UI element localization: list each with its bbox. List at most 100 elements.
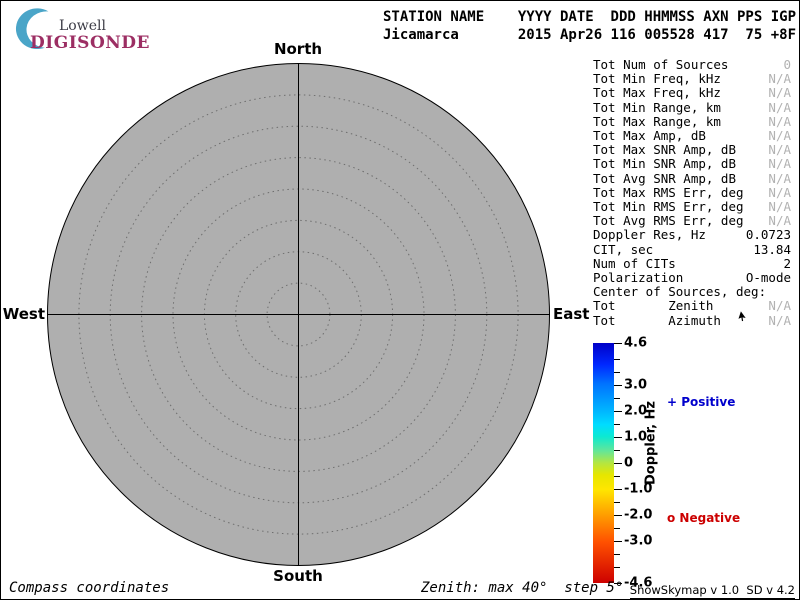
stats-value: 2 — [783, 257, 791, 271]
colorbar-major-tick — [614, 515, 622, 516]
stats-value: N/A — [768, 186, 791, 200]
stats-label: Doppler Res, Hz — [593, 228, 706, 242]
stats-row: Tot Num of Sources 0 — [593, 58, 791, 72]
colorbar-major-tick — [614, 411, 622, 412]
colorbar-tick-label: 4.6 — [624, 336, 647, 351]
positive-doppler-legend: + Positive — [667, 395, 735, 409]
colorbar-minor-tick — [614, 528, 620, 529]
stats-value: N/A — [768, 299, 791, 313]
stats-value: N/A — [768, 157, 791, 171]
stats-row: Tot Max Range, km N/A — [593, 115, 791, 129]
stats-row: Center of Sources, deg: — [593, 285, 791, 299]
stats-label: Tot Num of Sources — [593, 58, 728, 72]
stats-label: Tot Avg RMS Err, deg — [593, 214, 744, 228]
compass-label-east: East — [553, 305, 589, 323]
stats-row: Tot Max SNR Amp, dB N/A — [593, 143, 791, 157]
stats-label: Tot Avg SNR Amp, dB — [593, 172, 736, 186]
stats-label: CIT, sec — [593, 243, 653, 257]
colorbar-major-tick — [614, 385, 622, 386]
stats-value: N/A — [768, 129, 791, 143]
colorbar-major-tick — [614, 437, 622, 438]
negative-doppler-legend: o Negative — [667, 511, 740, 525]
stats-label: Tot Max RMS Err, deg — [593, 186, 744, 200]
stats-value: N/A — [768, 200, 791, 214]
stats-row: Tot Min Range, km N/A — [593, 101, 791, 115]
stats-value: N/A — [768, 72, 791, 86]
stats-value: N/A — [768, 172, 791, 186]
colorbar-major-tick — [614, 343, 622, 344]
stats-label: Tot Azimuth — [593, 314, 721, 328]
stats-row: Tot Avg SNR Amp, dB N/A — [593, 172, 791, 186]
colorbar-minor-tick — [614, 359, 620, 360]
colorbar-tick-label: -3.0 — [624, 534, 652, 549]
stats-row: Tot Min Freq, kHz N/A — [593, 72, 791, 86]
compass-label-south: South — [273, 567, 323, 585]
colorbar-major-tick — [614, 489, 622, 490]
stats-row: Tot Max Amp, dB N/A — [593, 129, 791, 143]
stats-label: Tot Min Range, km — [593, 101, 721, 115]
stats-row: Tot Min RMS Err, deg N/A — [593, 200, 791, 214]
compass-label-west: West — [3, 305, 45, 323]
colorbar-minor-tick — [614, 424, 620, 425]
stats-label: Tot Max Range, km — [593, 115, 721, 129]
colorbar-minor-tick — [614, 502, 620, 503]
stats-value: N/A — [768, 214, 791, 228]
stats-value: N/A — [768, 101, 791, 115]
stats-value: N/A — [768, 86, 791, 100]
skymap-window: Lowell DIGISONDE STATION NAME YYYY DATE … — [0, 0, 800, 600]
colorbar-major-tick — [614, 541, 622, 542]
stats-label: Tot Max Freq, kHz — [593, 86, 721, 100]
stats-panel: Tot Num of Sources0Tot Min Freq, kHzN/AT… — [593, 58, 791, 328]
station-header-values: Jicamarca 2015 Apr26 116 005528 417 75 +… — [383, 26, 796, 44]
station-header-columns: STATION NAME YYYY DATE DDD HHMMSS AXN PP… — [383, 8, 796, 26]
stats-row: Tot Azimuth N/A — [593, 314, 791, 328]
stats-value: 0 — [783, 58, 791, 72]
stats-label: Polarization — [593, 271, 683, 285]
stats-row: Tot Zenith N/A — [593, 299, 791, 313]
doppler-colorbar: 4.63.02.01.00-1.0-2.0-3.0-4.6 Doppler, H… — [593, 343, 793, 584]
stats-value: N/A — [768, 143, 791, 157]
stats-value: N/A — [768, 314, 791, 328]
compass-label-north: North — [274, 40, 322, 58]
skymap-polar-plot — [47, 63, 550, 566]
stats-value: N/A — [768, 115, 791, 129]
zenith-range-label: Zenith: max 40° step 5° — [421, 580, 623, 596]
stats-label: Tot Max SNR Amp, dB — [593, 143, 736, 157]
stats-row: Polarization O-mode — [593, 271, 791, 285]
coordinates-mode-label: Compass coordinates — [9, 580, 169, 596]
colorbar-minor-tick — [614, 476, 620, 477]
mouse-cursor-icon — [738, 311, 750, 323]
colorbar-tick-label: 3.0 — [624, 377, 647, 392]
colorbar-tick-label: 0 — [624, 456, 633, 471]
stats-value: 0.0723 — [746, 228, 791, 242]
colorbar-gradient — [593, 343, 614, 583]
colorbar-axis-title: Doppler, Hz — [644, 401, 659, 485]
showskymap-version-link[interactable]: ShowSkymap v 1.0 SD v 4.2 — [630, 583, 795, 599]
colorbar-major-tick — [614, 463, 622, 464]
stats-row: Tot Avg RMS Err, deg N/A — [593, 214, 791, 228]
stats-value: O-mode — [746, 271, 791, 285]
stats-row: Tot Min SNR Amp, dB N/A — [593, 157, 791, 171]
station-header: STATION NAME YYYY DATE DDD HHMMSS AXN PP… — [383, 8, 796, 44]
stats-label: Tot Min SNR Amp, dB — [593, 157, 736, 171]
stats-row: Num of CITs 2 — [593, 257, 791, 271]
stats-label: Num of CITs — [593, 257, 676, 271]
colorbar-minor-tick — [614, 554, 620, 555]
stats-row: Doppler Res, Hz 0.0723 — [593, 228, 791, 242]
colorbar-tick-label: -2.0 — [624, 508, 652, 523]
logo-digisonde-text: DIGISONDE — [30, 33, 150, 53]
lowell-digisonde-logo: Lowell DIGISONDE — [11, 5, 241, 53]
stats-label: Center of Sources, deg: — [593, 285, 766, 299]
logo-lowell-text: Lowell — [59, 18, 106, 34]
stats-label: Tot Min Freq, kHz — [593, 72, 721, 86]
stats-label: Tot Zenith — [593, 299, 713, 313]
stats-row: CIT, sec13.84 — [593, 243, 791, 257]
stats-label: Tot Min RMS Err, deg — [593, 200, 744, 214]
colorbar-minor-tick — [614, 398, 620, 399]
colorbar-minor-tick — [614, 450, 620, 451]
stats-row: Tot Max Freq, kHz N/A — [593, 86, 791, 100]
colorbar-minor-tick — [614, 567, 620, 568]
stats-row: Tot Max RMS Err, deg N/A — [593, 186, 791, 200]
stats-label: Tot Max Amp, dB — [593, 129, 706, 143]
colorbar-minor-tick — [614, 372, 620, 373]
